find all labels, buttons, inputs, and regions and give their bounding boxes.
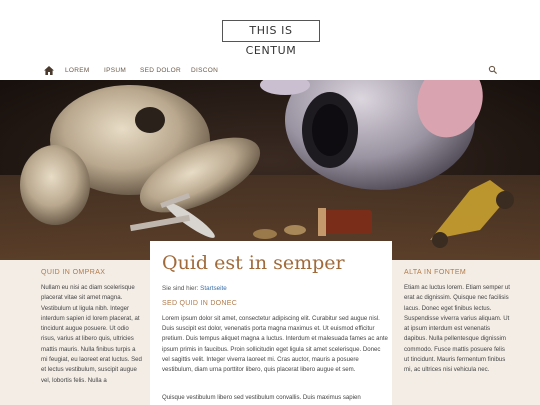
breadcrumb-link[interactable]: Startseite (200, 285, 227, 292)
page-title: Quid est in semper (162, 252, 345, 274)
site-header: THIS IS CENTUM (0, 0, 540, 62)
main-content: Quid est in semper Sie sind hier: Starts… (150, 241, 392, 405)
hero-image (0, 80, 540, 260)
left-sidebar-heading: QUID IN OMPRAX (41, 269, 106, 276)
nav-item-discon[interactable]: DISCON (191, 67, 218, 74)
main-paragraph-2: Quisque vestibulum libero sed vestibulum… (162, 394, 361, 401)
search-icon[interactable] (488, 65, 498, 75)
home-icon[interactable] (44, 66, 54, 75)
nav-item-sed-dolor[interactable]: SED DOLOR (140, 67, 181, 74)
section-subheading: SED QUID IN DONEC (162, 300, 238, 307)
right-sidebar-heading: ALTA IN FONTEM (404, 269, 467, 276)
left-sidebar: QUID IN OMPRAX Nullam eu nisi ac diam sc… (0, 260, 150, 405)
left-sidebar-text: Nullam eu nisi ac diam scelerisque place… (41, 284, 142, 384)
breadcrumb: Sie sind hier: Startseite (162, 285, 227, 292)
site-logo[interactable]: THIS IS CENTUM (222, 20, 320, 57)
main-navigation: LOREM IPSUM SED DOLOR DISCON (0, 62, 540, 80)
nav-item-lorem[interactable]: LOREM (65, 67, 90, 74)
right-sidebar: ALTA IN FONTEM Etiam ac luctus lorem. Et… (392, 260, 540, 405)
main-paragraph: Lorem ipsum dolor sit amet, consectetur … (162, 315, 388, 374)
right-sidebar-text: Etiam ac luctus lorem. Etiam semper ut e… (404, 284, 510, 374)
nav-item-ipsum[interactable]: IPSUM (104, 67, 126, 74)
breadcrumb-prefix: Sie sind hier: (162, 285, 199, 292)
